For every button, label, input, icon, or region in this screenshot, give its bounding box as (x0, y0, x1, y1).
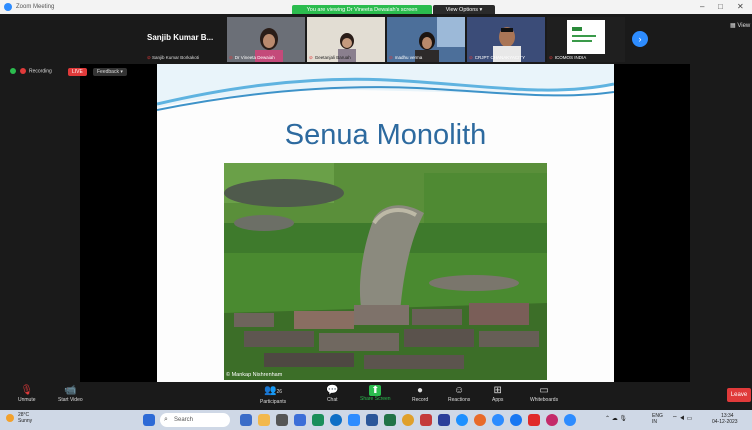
app-icon[interactable] (474, 414, 486, 426)
app-icon[interactable] (420, 414, 432, 426)
youtube-icon[interactable] (528, 414, 540, 426)
photo-credit: © Mankap Nishrenham (226, 372, 283, 378)
app-icon[interactable] (348, 414, 360, 426)
slide-title: Senua Monolith (284, 119, 487, 151)
app-icon[interactable] (546, 414, 558, 426)
participant-tile[interactable]: ⊘ Geetanjali Baruah (307, 17, 385, 62)
search-icon: ⌕ (164, 416, 168, 423)
minimize-button[interactable]: – (700, 2, 704, 11)
chrome-icon[interactable] (402, 414, 414, 426)
participant-name: ⊘ madhu verma (389, 55, 423, 60)
record-icon: ● (417, 385, 424, 396)
sun-icon (6, 414, 14, 422)
excel-icon[interactable] (384, 414, 396, 426)
participants-icon: 👥 (264, 385, 277, 396)
close-button[interactable]: ✕ (737, 2, 744, 11)
taskbar-search[interactable]: ⌕ Search (160, 413, 230, 427)
participant-tile[interactable]: ⊘ ICOMOS INDIA (547, 17, 625, 62)
view-button[interactable]: ▦ View (730, 22, 750, 29)
app-icon[interactable] (276, 414, 288, 426)
app-icon[interactable] (294, 414, 306, 426)
reactions-button[interactable]: ☺ Reactions (448, 384, 470, 403)
unmute-button[interactable]: 🎙 Unmute (18, 384, 36, 403)
share-screen-button[interactable]: ⬆ Share Screen (360, 384, 391, 402)
facebook-icon[interactable] (510, 414, 522, 426)
zoom-logo-icon (4, 3, 12, 11)
security-shield-icon (10, 68, 16, 74)
participants-button[interactable]: 👥26 Participants (260, 384, 286, 405)
presentation-slide: Senua Monolith © Mankap Nishrenham (157, 64, 614, 382)
recording-indicator: Recording (10, 68, 52, 74)
reactions-icon: ☺ (454, 385, 465, 396)
leave-button[interactable]: Leave (727, 388, 751, 402)
participant-name: ⊘ Geetanjali Baruah (309, 55, 351, 60)
weather-widget[interactable]: 28°C Sunny (6, 412, 32, 424)
monolith-image (224, 163, 547, 380)
mic-off-icon: 🎙 (20, 385, 34, 396)
language-indicator[interactable]: ENG IN (652, 413, 663, 425)
chat-icon: 💬 (326, 385, 339, 396)
windows-start-icon[interactable] (143, 414, 155, 426)
monolith-photo: © Mankap Nishrenham (224, 163, 547, 380)
chat-button[interactable]: 💬 Chat (326, 384, 338, 403)
participant-tile[interactable]: ⊘ Dr Vineeta Dewaiah (227, 17, 305, 62)
app-icon[interactable] (240, 414, 252, 426)
maximize-button[interactable]: □ (718, 2, 723, 11)
share-screen-icon: ⬆ (369, 385, 382, 396)
apps-icon: ⊞ (493, 385, 502, 396)
app-icon[interactable] (456, 414, 468, 426)
clock[interactable]: 13:34 04-12-2023 (712, 413, 738, 425)
record-dot-icon (20, 68, 26, 74)
video-off-icon: 📹 (64, 385, 77, 396)
network-volume-icon[interactable]: ⌔ ◀ ▭ (672, 416, 692, 422)
tray-overflow-icon[interactable]: ⌃ ☁ 🎙 (605, 416, 627, 422)
apps-button[interactable]: ⊞ Apps (492, 384, 503, 403)
app-icon[interactable] (564, 414, 576, 426)
participant-count: 26 (276, 389, 283, 395)
app-icon[interactable] (438, 414, 450, 426)
edge-icon[interactable] (330, 414, 342, 426)
participant-name: ⊘ Dr Vineeta Dewaiah (229, 55, 275, 60)
app-icon[interactable] (312, 414, 324, 426)
zoom-taskbar-icon[interactable] (492, 414, 504, 426)
whiteboards-button[interactable]: ▭ Whiteboards (530, 384, 558, 403)
participant-tile[interactable]: ⊘ madhu verma (387, 17, 465, 62)
file-explorer-icon[interactable] (258, 414, 270, 426)
slide-wave-decoration (157, 64, 614, 111)
window-title: Zoom Meeting (16, 4, 55, 10)
active-speaker-name: Sanjib Kumar B... (147, 33, 214, 42)
participant-name: ⊘ CRJPT CHANAKYACITY (469, 55, 526, 60)
participant-name: ⊘ ICOMOS INDIA (549, 55, 587, 60)
participant-tile[interactable]: ⊘ CRJPT CHANAKYACITY (467, 17, 545, 62)
feedback-button[interactable]: Feedback ▾ (93, 68, 127, 76)
active-speaker-caption: ⊘ Sanjib Kumar Borkakoti (147, 55, 200, 60)
live-badge: LIVE (68, 68, 87, 76)
next-participants-button[interactable]: › (632, 31, 648, 47)
record-button[interactable]: ● Record (412, 384, 428, 403)
whiteboard-icon: ▭ (539, 385, 549, 396)
word-icon[interactable] (366, 414, 378, 426)
start-video-button[interactable]: 📹 Start Video (58, 384, 83, 403)
